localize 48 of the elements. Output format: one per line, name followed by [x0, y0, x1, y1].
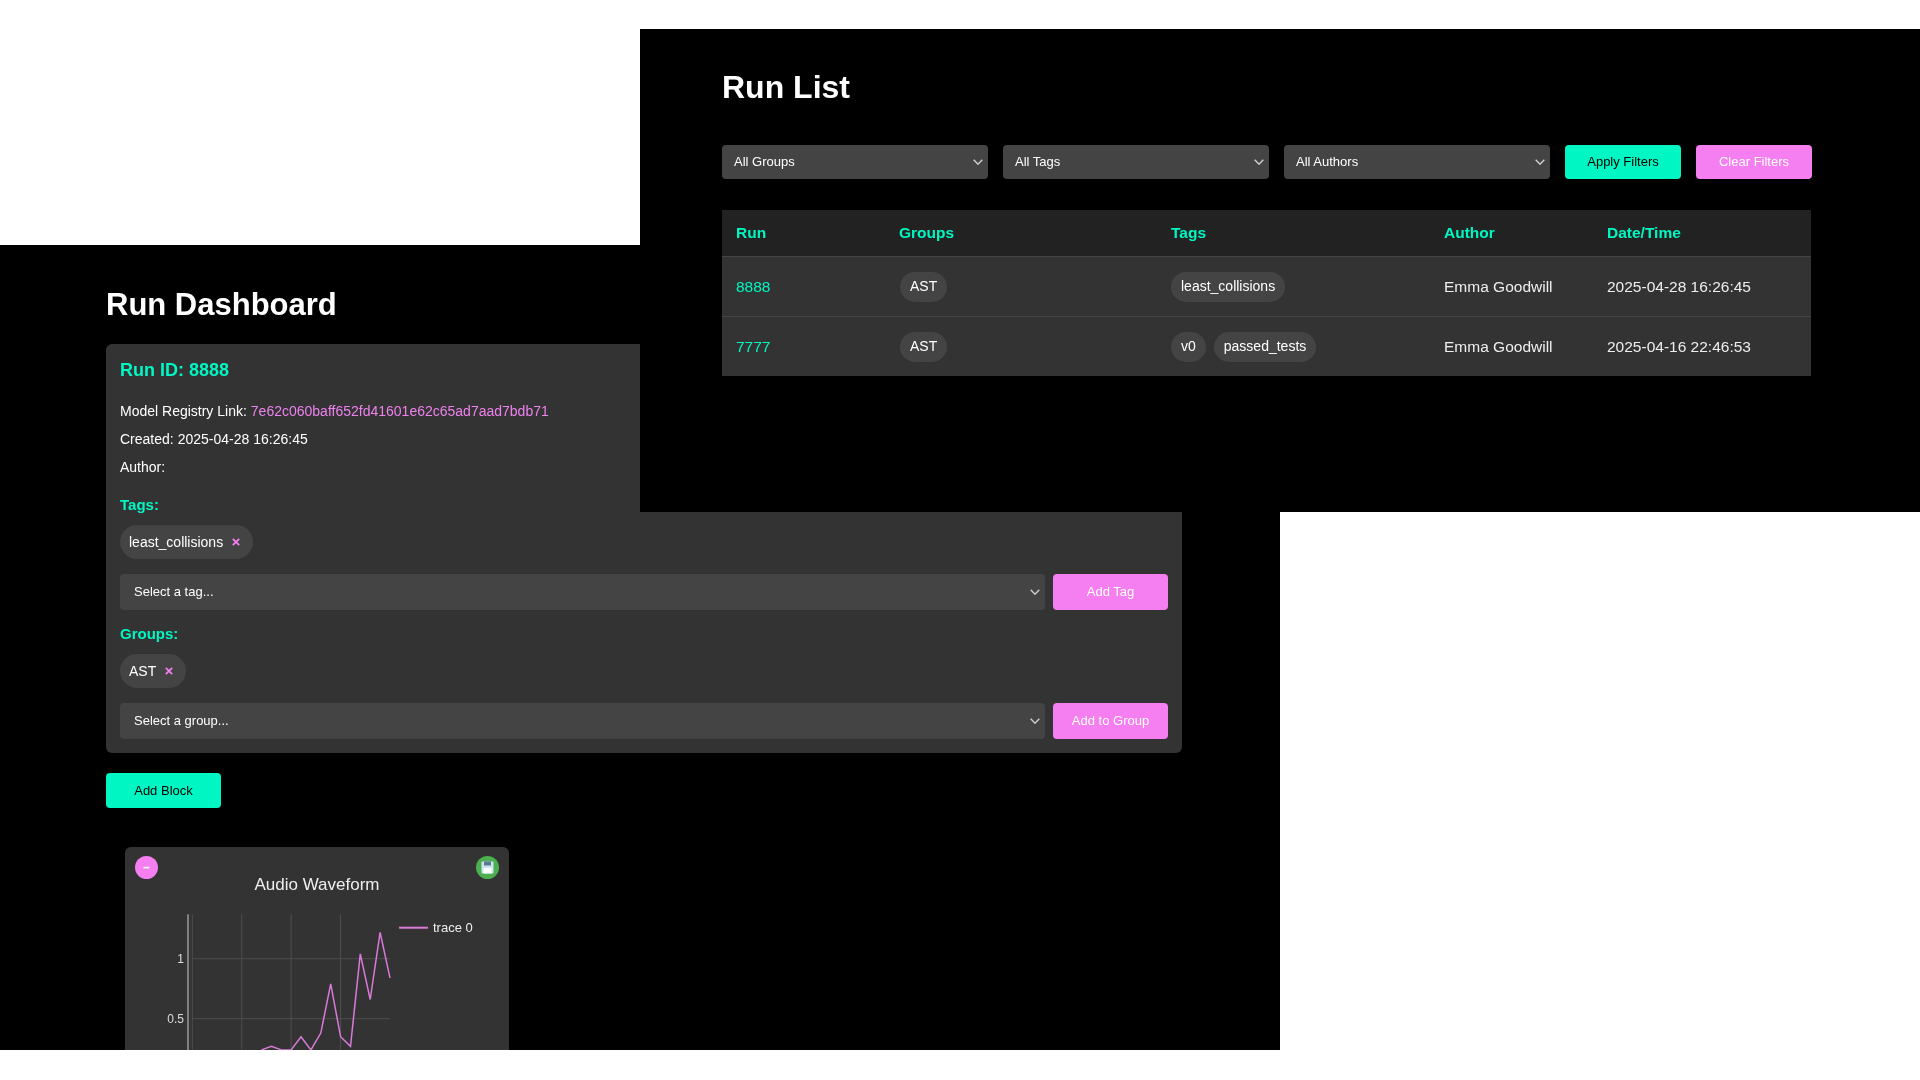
- chevron-down-icon: [1254, 159, 1264, 165]
- author-name: Emma Goodwill: [1444, 277, 1553, 295]
- axis-tick-label: 1: [177, 951, 184, 966]
- date-time-text: 2025-04-16 22:46:53: [1607, 337, 1751, 355]
- minus-icon[interactable]: [135, 856, 158, 879]
- add-block-button[interactable]: Add Block: [106, 773, 221, 808]
- column-header: Groups: [899, 224, 955, 241]
- cross-icon[interactable]: [232, 538, 241, 546]
- group-badge: AST: [900, 271, 948, 302]
- filter-button[interactable]: Apply Filters: [1565, 145, 1681, 179]
- section-label: Tags:: [120, 495, 159, 515]
- select-field[interactable]: Select a group...: [120, 703, 1045, 739]
- date-time-text: 2025-04-28 16:26:45: [1607, 277, 1751, 295]
- run-link[interactable]: 8888: [736, 277, 771, 295]
- registry-link[interactable]: 7e62c060baff652fd41601e62c65ad7aad7bdb71: [250, 400, 549, 422]
- tag-badge: v0: [1171, 331, 1206, 362]
- page-title: Run Dashboard: [106, 287, 337, 323]
- chart-title: Audio Waveform: [254, 875, 380, 895]
- group-badge: AST: [900, 331, 948, 362]
- tag-badge: least_collisions: [1171, 271, 1286, 302]
- chevron-down-icon: [1535, 159, 1545, 165]
- filter-select[interactable]: All Authors: [1284, 145, 1550, 179]
- chevron-down-icon: [1030, 589, 1040, 595]
- page-title: Run List: [722, 69, 850, 106]
- chip-label: AST: [129, 661, 157, 681]
- save-icon[interactable]: [476, 856, 499, 879]
- column-header: Author: [1444, 224, 1495, 241]
- field-label: Created:: [120, 429, 174, 449]
- run-id-heading: Run ID: 8888: [120, 360, 230, 381]
- axis-tick-label: 0.5: [167, 1011, 184, 1026]
- section-label: Groups:: [120, 624, 179, 644]
- author-name: Emma Goodwill: [1444, 337, 1553, 355]
- legend-line-icon: [398, 926, 429, 929]
- legend-label: trace 0: [433, 920, 473, 936]
- filter-select[interactable]: All Tags: [1003, 145, 1269, 179]
- select-field[interactable]: Select a tag...: [120, 574, 1045, 610]
- field-value: 2025-04-28 16:26:45: [177, 429, 308, 449]
- chip-label: least_collisions: [129, 532, 224, 552]
- tag-badge: passed_tests: [1213, 331, 1317, 362]
- column-header: Run: [736, 224, 767, 241]
- cross-icon[interactable]: [165, 667, 174, 675]
- column-header: Date/Time: [1607, 224, 1681, 241]
- chevron-down-icon: [973, 159, 983, 165]
- run-link[interactable]: 7777: [736, 337, 771, 355]
- column-header: Tags: [1171, 224, 1207, 241]
- field-label: Model Registry Link:: [120, 401, 247, 421]
- chevron-down-icon: [1030, 718, 1040, 724]
- filter-select[interactable]: All Groups: [722, 145, 988, 179]
